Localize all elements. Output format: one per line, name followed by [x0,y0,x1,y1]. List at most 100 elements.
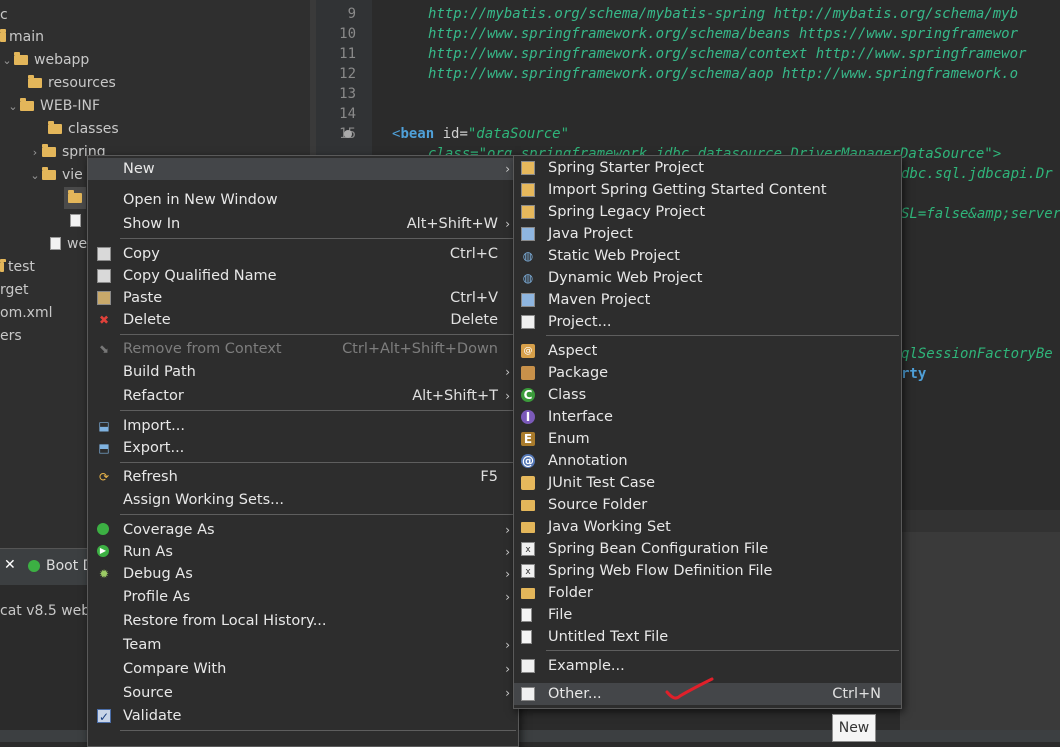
submenu-item-enum[interactable]: E Enum [514,428,901,450]
submenu-item-import-spring-content[interactable]: Import Spring Getting Started Content [514,179,901,201]
submenu-item-project[interactable]: Project... [514,311,901,333]
tree-item-label: main [9,29,44,45]
submenu-item-java-project[interactable]: Java Project [514,223,901,245]
chevron-down-icon[interactable]: ⌄ [6,96,20,118]
submenu-item-static-web-project[interactable]: ◍ Static Web Project [514,245,901,267]
tree-item-views[interactable]: ⌄ vie [28,164,83,186]
menu-item-label: File [548,607,573,623]
menu-item-refactor[interactable]: Refactor Alt+Shift+T › [88,385,518,407]
chevron-right-icon: › [505,523,510,537]
menu-item-export[interactable]: ⬒ Export... [88,437,518,459]
submenu-item-example[interactable]: Example... [514,655,901,677]
line-number: 12 [339,66,356,82]
menu-item-label: Refresh [123,469,178,485]
enum-icon: E [521,432,535,446]
submenu-item-spring-legacy-project[interactable]: Spring Legacy Project [514,201,901,223]
tree-item[interactable]: c [0,4,8,26]
shortcut-label: Ctrl+N [832,686,881,702]
line-number: 9 [347,6,356,22]
tree-item-main[interactable]: main [0,26,44,48]
menu-item-debug-as[interactable]: ✹ Debug As › [88,563,518,585]
menu-item-label: Example... [548,658,625,674]
menu-item-label: Dynamic Web Project [548,270,703,286]
submenu-item-untitled-text-file[interactable]: Untitled Text File [514,626,901,648]
code-line: http://www.springframework.org/schema/ao… [428,66,1019,82]
chevron-right-icon[interactable]: › [28,142,42,164]
export-icon: ⬒ [98,441,110,455]
dynamic-web-icon: ◍ [522,271,534,285]
menu-separator [120,410,516,411]
aspect-icon: @ [521,344,535,358]
tree-item-label: we [67,236,88,252]
submenu-item-java-working-set[interactable]: Java Working Set [514,516,901,538]
menu-item-build-path[interactable]: Build Path › [88,361,518,383]
menu-item-label: Source [123,685,173,701]
menu-item-coverage-as[interactable]: Coverage As › [88,519,518,541]
tree-item-selected[interactable] [64,187,86,209]
tree-item-pom[interactable]: om.xml [0,302,52,324]
file-icon [70,214,81,227]
menu-item-label: Folder [548,585,593,601]
submenu-item-folder[interactable]: Folder [514,582,901,604]
menu-item-source[interactable]: Source › [88,682,518,704]
menu-item-assign-working-sets[interactable]: Assign Working Sets... [88,489,518,511]
panel-toolbar [900,510,1060,532]
tree-item-label: WEB-INF [40,98,100,114]
menu-item-run-as[interactable]: ▶ Run As › [88,541,518,563]
submenu-item-class[interactable]: C Class [514,384,901,406]
submenu-item-package[interactable]: Package [514,362,901,384]
submenu-item-source-folder[interactable]: Source Folder [514,494,901,516]
tree-item-webapp[interactable]: ⌄ webapp [0,49,89,71]
menu-item-import[interactable]: ⬓ Import... [88,415,518,437]
menu-item-label: Restore from Local History... [123,613,327,629]
tree-item-label: webapp [34,52,90,68]
maven-project-icon [521,293,535,307]
menu-item-paste[interactable]: Paste Ctrl+V [88,287,518,309]
static-web-icon: ◍ [522,249,534,263]
fold-marker-icon[interactable] [344,130,352,138]
menu-item-profile-as[interactable]: Profile As › [88,586,518,608]
tree-item-target[interactable]: rget [0,279,29,301]
menu-item-new[interactable]: New › [88,158,518,180]
class-icon: C [521,388,535,402]
menu-item-show-in[interactable]: Show In Alt+Shift+W › [88,213,518,235]
tree-item-test[interactable]: test [0,256,35,278]
chevron-right-icon: › [505,389,510,403]
menu-item-validate[interactable]: ✓ Validate [88,705,518,727]
menu-item-team[interactable]: Team › [88,634,518,656]
close-icon[interactable]: ✕ [4,557,16,573]
menu-item-copy[interactable]: Copy Ctrl+C [88,243,518,265]
tree-item-servers[interactable]: ers [0,325,22,347]
tree-item-web-xml[interactable]: we [50,233,87,255]
tree-item-file[interactable] [70,210,87,232]
submenu-item-interface[interactable]: I Interface [514,406,901,428]
shortcut-label: Ctrl+Alt+Shift+Down [342,341,498,357]
menu-item-label: Show In [123,216,181,232]
working-set-icon [521,522,535,533]
chevron-right-icon: › [505,365,510,379]
tree-item-label: classes [68,121,119,137]
menu-item-delete[interactable]: ✖ Delete Delete [88,309,518,331]
menu-item-copy-qualified-name[interactable]: Copy Qualified Name [88,265,518,287]
submenu-item-aspect[interactable]: @ Aspect [514,340,901,362]
menu-item-refresh[interactable]: ⟳ Refresh F5 [88,466,518,488]
submenu-item-spring-starter-project[interactable]: Spring Starter Project [514,157,901,179]
menu-item-restore-local-history[interactable]: Restore from Local History... [88,610,518,632]
menu-item-compare-with[interactable]: Compare With › [88,658,518,680]
chevron-right-icon: › [505,545,510,559]
chevron-down-icon[interactable]: ⌄ [28,165,42,187]
submenu-item-file[interactable]: File [514,604,901,626]
menu-item-open-in-new-window[interactable]: Open in New Window [88,189,518,211]
submenu-item-spring-web-flow[interactable]: x Spring Web Flow Definition File [514,560,901,582]
tree-item-resources[interactable]: resources [14,72,116,94]
submenu-item-junit-test-case[interactable]: JUnit Test Case [514,472,901,494]
tree-item-classes[interactable]: classes [34,118,119,140]
server-entry[interactable]: cat v8.5 webl [0,603,94,619]
submenu-item-dynamic-web-project[interactable]: ◍ Dynamic Web Project [514,267,901,289]
tree-item-web-inf[interactable]: ⌄ WEB-INF [6,95,100,117]
menu-item-label: Java Project [548,226,633,242]
submenu-item-maven-project[interactable]: Maven Project [514,289,901,311]
chevron-down-icon[interactable]: ⌄ [0,50,14,72]
submenu-item-annotation[interactable]: @ Annotation [514,450,901,472]
submenu-item-spring-bean-config[interactable]: x Spring Bean Configuration File [514,538,901,560]
